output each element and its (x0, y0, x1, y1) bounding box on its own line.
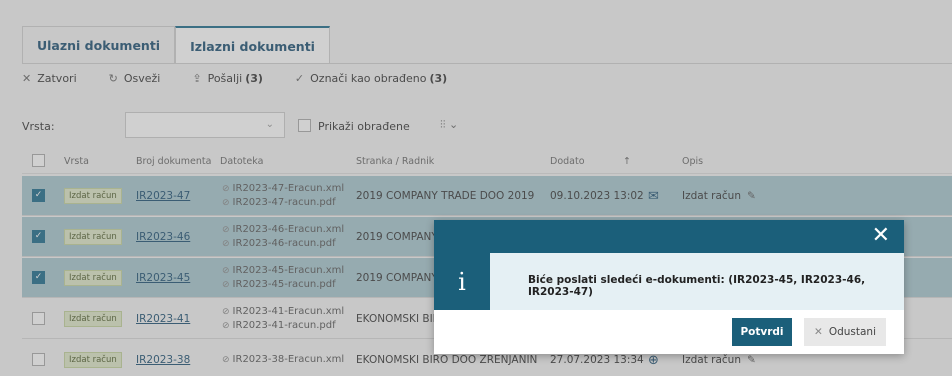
app-window: Ulazni dokumenti Izlazni dokumenti ✕ Zat… (0, 0, 952, 376)
dialog-footer: Potvrdi ✕ Odustani (434, 310, 904, 354)
cancel-label: Odustani (828, 326, 876, 338)
dialog-close-icon[interactable]: ✕ (872, 224, 890, 248)
close-icon: ✕ (814, 326, 823, 338)
confirm-send-dialog: ✕ i Biće poslati sledeći e-dokumenti: (I… (434, 220, 904, 354)
dialog-message: Biće poslati sledeći e-dokumenti: (IR202… (528, 274, 866, 298)
dialog-header: ✕ (434, 220, 904, 253)
dialog-body: i Biće poslati sledeći e-dokumenti: (IR2… (434, 253, 904, 310)
confirm-button[interactable]: Potvrdi (732, 318, 792, 346)
cancel-button[interactable]: ✕ Odustani (804, 318, 886, 346)
info-icon: i (434, 253, 490, 310)
